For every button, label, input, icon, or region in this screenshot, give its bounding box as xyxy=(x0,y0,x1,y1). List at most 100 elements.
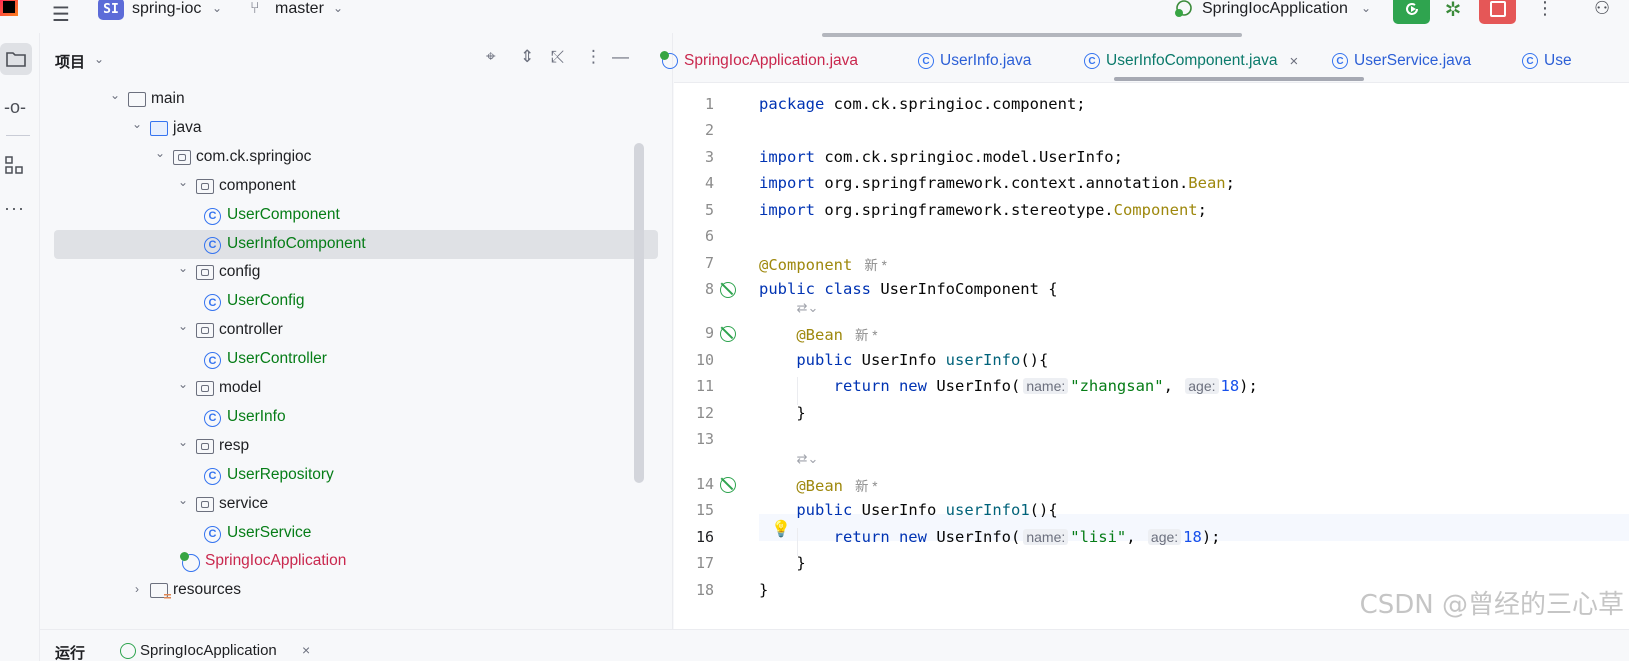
chevron-down-icon[interactable]: ⌄ xyxy=(176,175,190,189)
vertical-scrollbar[interactable] xyxy=(634,143,644,483)
chevron-down-icon[interactable]: ⌄ xyxy=(94,52,104,66)
editor-tab[interactable]: SpringIocApplication.java xyxy=(660,49,858,73)
tree-item-label: UserInfo xyxy=(227,407,286,425)
tree-item[interactable]: C UserInfoComponent xyxy=(54,229,658,259)
intellij-logo-icon[interactable] xyxy=(0,0,18,16)
project-badge[interactable]: SI xyxy=(98,0,124,20)
code-line[interactable]: import org.springframework.stereotype.Co… xyxy=(759,201,1207,219)
code-area[interactable]: package com.ck.springioc.component; impor… xyxy=(759,83,1629,629)
source-folder-icon xyxy=(150,120,168,136)
code-token: , xyxy=(1126,528,1145,546)
tree-item[interactable]: ⌄ model xyxy=(40,374,660,403)
tree-item[interactable]: ⌄ config xyxy=(40,258,660,287)
rerun-icon xyxy=(1405,3,1418,15)
code-vision-icon[interactable]: ⇄⌄ xyxy=(797,301,819,316)
code-line[interactable]: } xyxy=(759,581,768,599)
chevron-down-icon[interactable]: ⌄ xyxy=(333,1,343,15)
chevron-down-icon[interactable]: ⌄ xyxy=(176,493,190,507)
code-line[interactable]: package com.ck.springioc.component; xyxy=(759,95,1086,113)
project-folder-icon[interactable] xyxy=(0,43,32,75)
tree-item[interactable]: › resources xyxy=(40,576,660,605)
code-token: 18 xyxy=(1220,377,1240,395)
chevron-down-icon[interactable]: ⌄ xyxy=(130,117,144,131)
chevron-down-icon[interactable]: ⌄ xyxy=(212,1,222,15)
locate-icon[interactable]: ⌖ xyxy=(486,47,496,67)
tree-item[interactable]: C UserService xyxy=(40,519,660,548)
tree-item[interactable]: C UserInfo xyxy=(40,403,660,432)
run-configuration-name[interactable]: SpringIocApplication xyxy=(1202,0,1348,18)
close-icon[interactable]: × xyxy=(302,642,310,658)
code-line[interactable]: import org.springframework.context.annot… xyxy=(759,174,1235,192)
code-line[interactable]: return new UserInfo(name: "zhangsan", age… xyxy=(759,377,1258,395)
line-number: 18 xyxy=(695,581,714,599)
expand-all-icon[interactable]: ⇕ xyxy=(520,47,534,67)
tree-item[interactable]: C UserComponent xyxy=(40,201,660,230)
tree-item[interactable]: ⌄ java xyxy=(40,114,660,143)
project-name[interactable]: spring-ioc xyxy=(132,0,201,18)
hide-icon[interactable]: — xyxy=(612,47,629,67)
code-vision-icon[interactable]: ⇄⌄ xyxy=(797,452,819,467)
code-token: userInfo1 xyxy=(945,501,1030,519)
code-line[interactable]: public class UserInfoComponent { xyxy=(759,280,1058,298)
chevron-down-icon[interactable]: ⌄ xyxy=(176,261,190,275)
tree-item[interactable]: C UserRepository xyxy=(40,461,660,490)
code-line[interactable]: import com.ck.springioc.model.UserInfo; xyxy=(759,148,1123,166)
debug-button[interactable]: ✲ xyxy=(1438,0,1468,24)
editor-tab[interactable]: C UserService.java xyxy=(1332,49,1471,73)
chevron-down-icon[interactable]: ⌄ xyxy=(176,319,190,333)
code-line[interactable]: public UserInfo userInfo1(){ xyxy=(759,501,1058,519)
spring-bean-gutter-icon[interactable] xyxy=(720,477,736,493)
project-panel-header: 项目 ⌄ ⌖ ⇕ ⤪ ⋮ — xyxy=(40,33,673,83)
structure-icon[interactable] xyxy=(4,155,24,180)
code-line[interactable]: return new UserInfo(name: "lisi", age: 18)… xyxy=(759,528,1221,546)
spring-bean-gutter-icon[interactable] xyxy=(720,326,736,342)
tabs-scrollbar[interactable] xyxy=(822,33,1242,37)
chevron-down-icon[interactable]: ⌄ xyxy=(108,88,122,102)
tree-item[interactable]: ⌄ controller xyxy=(40,316,660,345)
project-panel-title[interactable]: 项目 xyxy=(55,51,85,72)
chevron-right-icon[interactable]: › xyxy=(130,582,144,596)
code-token: (){ xyxy=(1029,501,1058,519)
branch-name[interactable]: master xyxy=(275,0,324,18)
code-line[interactable]: } xyxy=(759,404,805,422)
code-line[interactable]: } xyxy=(759,554,805,572)
spring-app-icon xyxy=(180,552,200,573)
active-tab-indicator xyxy=(1114,77,1364,81)
add-user-icon[interactable]: ⚇ xyxy=(1594,0,1610,19)
close-icon[interactable]: × xyxy=(1289,53,1298,70)
code-line[interactable]: @Component 新 * xyxy=(759,254,887,274)
tree-item[interactable]: ⌄ component xyxy=(40,172,660,201)
more-tools-icon[interactable]: ··· xyxy=(4,198,25,219)
code-line[interactable]: @Bean 新 * xyxy=(759,475,877,495)
run-tab-label[interactable]: SpringIocApplication xyxy=(140,642,277,659)
collapse-all-icon[interactable]: ⤪ xyxy=(551,47,565,67)
code-token: UserInfo( xyxy=(936,528,1021,546)
main-menu-icon[interactable]: ☰ xyxy=(52,2,70,27)
tree-item[interactable]: SpringIocApplication xyxy=(40,547,660,576)
options-icon[interactable]: ⋮ xyxy=(585,47,602,67)
spring-bean-gutter-icon[interactable] xyxy=(720,282,736,298)
tree-item[interactable]: ⌄ service xyxy=(40,490,660,519)
chevron-down-icon[interactable]: ⌄ xyxy=(176,435,190,449)
editor-tab[interactable]: C UserInfo.java xyxy=(918,49,1031,73)
run-tool-label[interactable]: 运行 xyxy=(55,642,85,661)
chevron-down-icon[interactable]: ⌄ xyxy=(153,146,167,160)
commit-icon[interactable]: -o- xyxy=(4,97,26,118)
code-line[interactable]: public UserInfo userInfo(){ xyxy=(759,351,1048,369)
tree-item[interactable]: ⌄ main xyxy=(40,85,660,114)
chevron-down-icon[interactable]: ⌄ xyxy=(1361,1,1371,15)
editor-tab[interactable]: C UserInfoComponent.java × xyxy=(1084,49,1298,73)
lightbulb-icon[interactable]: 💡 xyxy=(771,519,791,539)
rerun-button[interactable] xyxy=(1393,0,1430,24)
tree-item[interactable]: ⌄ resp xyxy=(40,432,660,461)
tree-item[interactable]: C UserController xyxy=(40,345,660,374)
stop-button[interactable] xyxy=(1479,0,1516,24)
editor-tab[interactable]: C Use xyxy=(1522,49,1572,73)
code-line[interactable]: @Bean 新 * xyxy=(759,324,877,344)
git-branch-icon[interactable]: ⑂ xyxy=(250,0,260,18)
tree-item[interactable]: ⌄ com.ck.springioc xyxy=(40,143,660,172)
more-vertical-icon[interactable]: ⋮ xyxy=(1536,0,1554,19)
line-number-gutter: 1 2 3 4 5 6 7 8 9 10 11 12 13 14 15 16 17 18 xyxy=(674,83,759,629)
tree-item[interactable]: C UserConfig xyxy=(40,287,660,316)
chevron-down-icon[interactable]: ⌄ xyxy=(176,377,190,391)
